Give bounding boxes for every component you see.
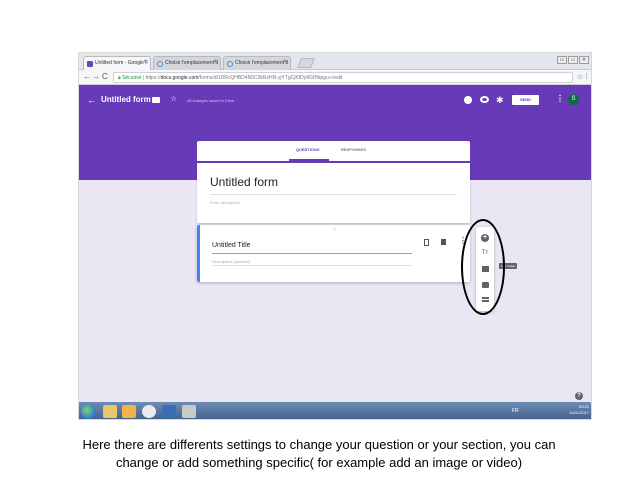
url-domain: docs.google.com (160, 75, 199, 81)
question-description-input[interactable]: Description (optional) (212, 259, 250, 264)
browser-tab-choisir-2[interactable]: Choisir l'emplacement d × (223, 56, 291, 70)
annotation-ellipse (461, 219, 505, 315)
question-title-input[interactable]: Untitled Title (212, 242, 251, 249)
url-input[interactable]: 🔒︎ Sécurisé | https://docs.google.com/fo… (113, 72, 573, 83)
form-title-card: Untitled form Form description (197, 163, 470, 223)
windows-taskbar: FR 09:21 14/11/2017 (79, 402, 591, 419)
settings-gear-icon[interactable]: ✱ (496, 95, 504, 106)
media-player-icon[interactable] (122, 405, 136, 418)
form-title-input[interactable]: Untitled form (210, 175, 278, 189)
maximize-button[interactable]: ▭ (568, 56, 578, 64)
duplicate-icon[interactable] (424, 239, 429, 246)
google-favicon-icon (157, 61, 163, 67)
lock-icon: 🔒︎ (118, 75, 121, 81)
browser-menu-icon[interactable]: ⋮ (583, 72, 590, 80)
tab-label: Choisir l'emplacement d (235, 60, 289, 66)
tab-responses[interactable]: RESPONSES (341, 147, 366, 152)
more-options-icon[interactable]: ⋮ (556, 94, 564, 103)
question-card[interactable]: ⠿ Untitled Title Description (optional) … (197, 225, 470, 282)
caption-line-1: Here there are differents settings to ch… (82, 437, 556, 452)
back-button[interactable]: ← (83, 72, 91, 81)
browser-tab-strip: Untitled form - Google F × Choisir l'emp… (79, 53, 591, 70)
system-clock[interactable]: 09:21 14/11/2017 (569, 404, 589, 416)
start-button[interactable] (81, 404, 96, 419)
close-tab-icon[interactable]: × (213, 59, 217, 65)
form-tabs: QUESTIONS RESPONSES (197, 141, 470, 161)
browser-tab-forms[interactable]: Untitled form - Google F × (83, 56, 151, 70)
document-icon[interactable] (182, 405, 196, 418)
back-arrow-icon[interactable]: ← (87, 95, 96, 105)
url-path: /forms/d/1DRcQHBD4N5C0kRzHN-yjYTgCjKfDy8… (198, 75, 343, 81)
clock-date: 14/11/2017 (569, 410, 589, 415)
file-explorer-icon[interactable] (103, 405, 117, 418)
saved-status: All changes saved in Drive (187, 98, 235, 103)
form-title-header[interactable]: Untitled form (101, 95, 151, 104)
forms-favicon-icon (87, 61, 93, 67)
tab-label: Choisir l'emplacement d (165, 60, 219, 66)
new-tab-button[interactable] (297, 58, 315, 68)
caption-line-2: change or add something specific( for ex… (115, 455, 523, 470)
palette-icon[interactable] (464, 96, 472, 104)
close-window-button[interactable]: ✕ (579, 56, 589, 64)
reload-button[interactable]: C (102, 72, 108, 81)
window-controls: ▭ ▭ ✕ (557, 56, 589, 64)
address-bar: ← → C 🔒︎ Sécurisé | https://docs.google.… (79, 70, 591, 85)
divider (212, 265, 412, 266)
divider (212, 253, 412, 254)
screenshot: Untitled form - Google F × Choisir l'emp… (78, 52, 592, 420)
folder-icon[interactable] (152, 97, 160, 103)
divider (210, 194, 457, 195)
active-tab-indicator (289, 159, 329, 161)
star-icon[interactable]: ☆ (170, 94, 177, 103)
paint-icon[interactable] (162, 405, 176, 418)
chrome-icon[interactable] (142, 405, 156, 418)
help-icon[interactable]: ? (575, 392, 583, 400)
form-description-input[interactable]: Form description (210, 200, 240, 205)
trash-icon[interactable] (441, 239, 446, 245)
send-button[interactable]: SEND (512, 95, 539, 105)
close-tab-icon[interactable]: × (143, 59, 147, 65)
google-favicon-icon (227, 61, 233, 67)
caption: Here there are differents settings to ch… (20, 436, 618, 472)
minimize-button[interactable]: ▭ (557, 56, 567, 64)
tab-label: Untitled form - Google F (95, 60, 149, 66)
forward-button[interactable]: → (92, 72, 100, 81)
close-tab-icon[interactable]: × (283, 59, 287, 65)
secure-label: Sécurisé (122, 75, 142, 81)
url-scheme: https:// (145, 75, 161, 81)
drag-handle-icon[interactable]: ⠿ (333, 227, 336, 232)
preview-eye-icon[interactable] (480, 96, 489, 103)
tab-questions[interactable]: QUESTIONS (296, 147, 320, 152)
avatar[interactable]: S (568, 94, 579, 105)
browser-tab-choisir-1[interactable]: Choisir l'emplacement d × (153, 56, 221, 70)
tray-language[interactable]: FR (512, 408, 519, 414)
